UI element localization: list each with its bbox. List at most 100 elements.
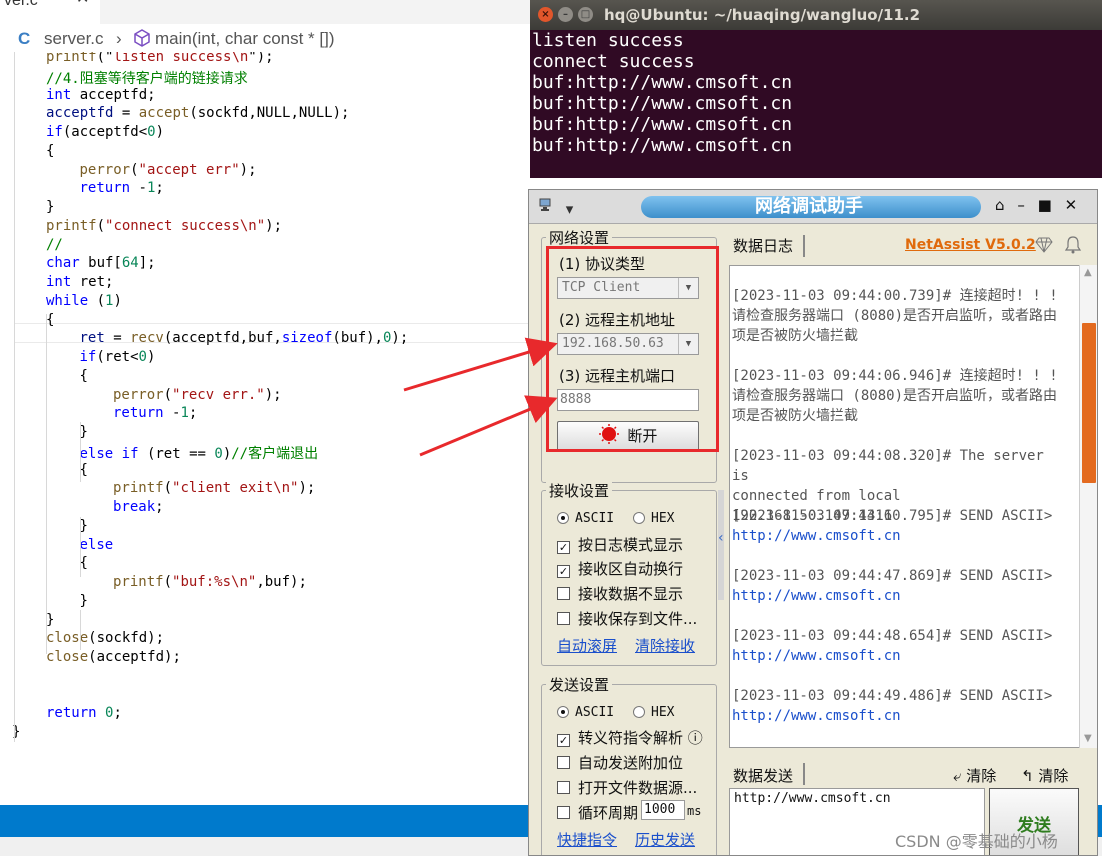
history-link[interactable]: 历史发送 <box>635 829 695 850</box>
code-line: break; <box>113 499 164 518</box>
clear-arrow-icon: ↰ <box>1021 767 1034 785</box>
cube-icon <box>133 29 151 52</box>
send-ascii-radio[interactable]: ASCII <box>557 705 614 720</box>
close-icon[interactable]: ✕ <box>76 0 89 7</box>
indent-guide <box>46 314 47 654</box>
code-token: ( <box>96 217 106 234</box>
chevron-right-icon: › <box>116 29 122 48</box>
send-hex-radio[interactable]: HEX <box>633 705 674 720</box>
terminal-line: listen success <box>532 30 684 51</box>
code-line: if(ret<0) <box>80 349 156 368</box>
code-token: "connect success\n" <box>105 217 266 234</box>
group-title: 发送设置 <box>546 674 613 695</box>
code-token: printf <box>113 480 164 497</box>
maximize-icon[interactable]: ■ <box>1038 196 1052 214</box>
log-mode-checkbox[interactable]: ✓ 按日志模式显示 <box>557 534 683 555</box>
minimize-icon[interactable]: – <box>558 7 573 22</box>
info-icon[interactable]: ⓘ <box>688 729 703 747</box>
log-entry-head: [2023-11-03 09:44:06.946]# 连接超时! ! ! <box>732 368 1058 384</box>
checkbox-empty <box>557 612 570 625</box>
recv-hex-radio[interactable]: HEX <box>633 511 674 526</box>
checkbox-empty <box>557 756 570 769</box>
clear-arrow-icon: ⤶ <box>953 767 962 785</box>
radio-dot <box>633 706 645 718</box>
pin-icon[interactable]: ⌂ <box>995 196 1005 214</box>
code-token: ); <box>391 330 409 347</box>
log-panel: 数据日志 NetAssist V5.0.2 [2023-11-03 09:44:… <box>725 225 1097 855</box>
code-token: if <box>79 349 97 365</box>
tab-data-send[interactable]: 数据发送 <box>733 765 793 786</box>
log-entry: [2023-11-03 09:44:48.654]# SEND ASCII> ht… <box>732 626 1062 666</box>
code-line: char buf[64]; <box>46 255 156 274</box>
code-token: //4.阻塞等待客户端的链接请求 <box>46 70 248 87</box>
code-line: close(acceptfd); <box>46 649 181 668</box>
recv-ascii-radio[interactable]: ASCII <box>557 511 614 526</box>
code-token: accept <box>138 105 190 122</box>
code-line: printf("client exit\n"); <box>113 480 315 499</box>
code-line: } <box>46 612 54 631</box>
code-line: // <box>46 237 63 256</box>
code-line: if(acceptfd<0) <box>46 124 164 143</box>
minimize-icon[interactable]: – <box>1017 196 1025 214</box>
clear-label: 清除 <box>1038 767 1069 785</box>
scroll-thumb[interactable] <box>1082 323 1096 483</box>
radio-dot <box>557 512 569 524</box>
code-line: while (1) <box>46 293 122 312</box>
breadcrumb-file[interactable]: server.c <box>44 29 104 49</box>
diamond-icon[interactable] <box>1035 237 1053 257</box>
autoscroll-link[interactable]: 自动滚屏 <box>557 635 617 656</box>
code-token: ( <box>163 386 173 403</box>
watermark: CSDN @零基础的小杨 <box>895 832 1058 851</box>
clear-all-button[interactable]: ↰ 清除 <box>1021 765 1068 786</box>
clear-recv-link[interactable]: 清除接收 <box>635 635 695 656</box>
app-menu-icon[interactable]: ▾ <box>539 198 573 218</box>
code-token: - <box>163 405 181 422</box>
code-line: } <box>80 593 88 612</box>
append-checkbox[interactable]: 自动发送附加位 <box>557 752 683 773</box>
collapse-icon[interactable]: ‹ <box>718 530 724 546</box>
code-token: acceptfd <box>46 105 114 122</box>
log-area[interactable]: [2023-11-03 09:44:00.739]# 连接超时! ! ! 请检查服… <box>729 265 1081 748</box>
code-token: (" <box>96 52 114 65</box>
cycle-input[interactable]: 1000 <box>641 800 685 820</box>
code-line: printf("buf:%s\n",buf); <box>113 574 307 593</box>
save-file-checkbox[interactable]: 接收保存到文件... <box>557 608 697 629</box>
no-display-checkbox[interactable]: 接收数据不显示 <box>557 583 683 604</box>
code-token: 1 <box>180 405 189 422</box>
close-icon[interactable]: × <box>538 7 553 22</box>
scroll-down-icon[interactable]: ▼ <box>1084 733 1092 744</box>
code-area[interactable]: printf("listen success\n");//4.阻塞等待客户端的链… <box>0 52 530 802</box>
code-token: if <box>46 124 63 140</box>
cycle-checkbox[interactable]: 循环周期 <box>557 802 638 823</box>
checkbox-label: 接收区自动换行 <box>578 560 684 578</box>
code-line: { <box>46 312 54 331</box>
checkbox-label: 循环周期 <box>578 804 639 822</box>
radio-label: HEX <box>651 511 675 526</box>
code-token: (buf), <box>332 330 383 347</box>
escape-checkbox[interactable]: ✓ 转义符指令解析 ⓘ <box>557 727 703 748</box>
code-token: ); <box>298 480 316 497</box>
code-token: 0 <box>214 445 223 462</box>
tab-server-c[interactable]: ver.c ✕ <box>0 0 100 24</box>
log-entry-head: [2023-11-03 09:44:10.795]# SEND ASCII> <box>732 508 1053 524</box>
code-token: ( <box>88 292 106 309</box>
open-file-checkbox[interactable]: 打开文件数据源... <box>557 777 697 798</box>
code-token: { <box>46 142 55 159</box>
code-token: "); <box>248 52 274 65</box>
bell-icon[interactable] <box>1063 235 1083 259</box>
shortcut-link[interactable]: 快捷指令 <box>557 829 617 850</box>
clear-send-button[interactable]: ⤶ 清除 <box>953 765 996 786</box>
maximize-icon[interactable]: □ <box>578 7 593 22</box>
code-token: 0 <box>147 124 156 140</box>
scroll-up-icon[interactable]: ▲ <box>1084 267 1092 278</box>
log-entry: [2023-11-03 09:44:49.486]# SEND ASCII> ht… <box>732 686 1062 726</box>
close-icon[interactable]: ✕ <box>1065 196 1078 214</box>
code-token: ; <box>188 405 198 422</box>
breadcrumb-symbol[interactable]: main(int, char const * []) <box>155 29 335 49</box>
log-scrollbar[interactable]: ▲ ▼ <box>1079 265 1097 748</box>
code-token: while <box>46 292 89 309</box>
tab-data-log[interactable]: 数据日志 <box>733 235 793 256</box>
brand-link[interactable]: NetAssist V5.0.2 <box>905 237 1036 253</box>
auto-wrap-checkbox[interactable]: ✓ 接收区自动换行 <box>557 558 683 579</box>
checkbox-label: 自动发送附加位 <box>578 754 684 772</box>
